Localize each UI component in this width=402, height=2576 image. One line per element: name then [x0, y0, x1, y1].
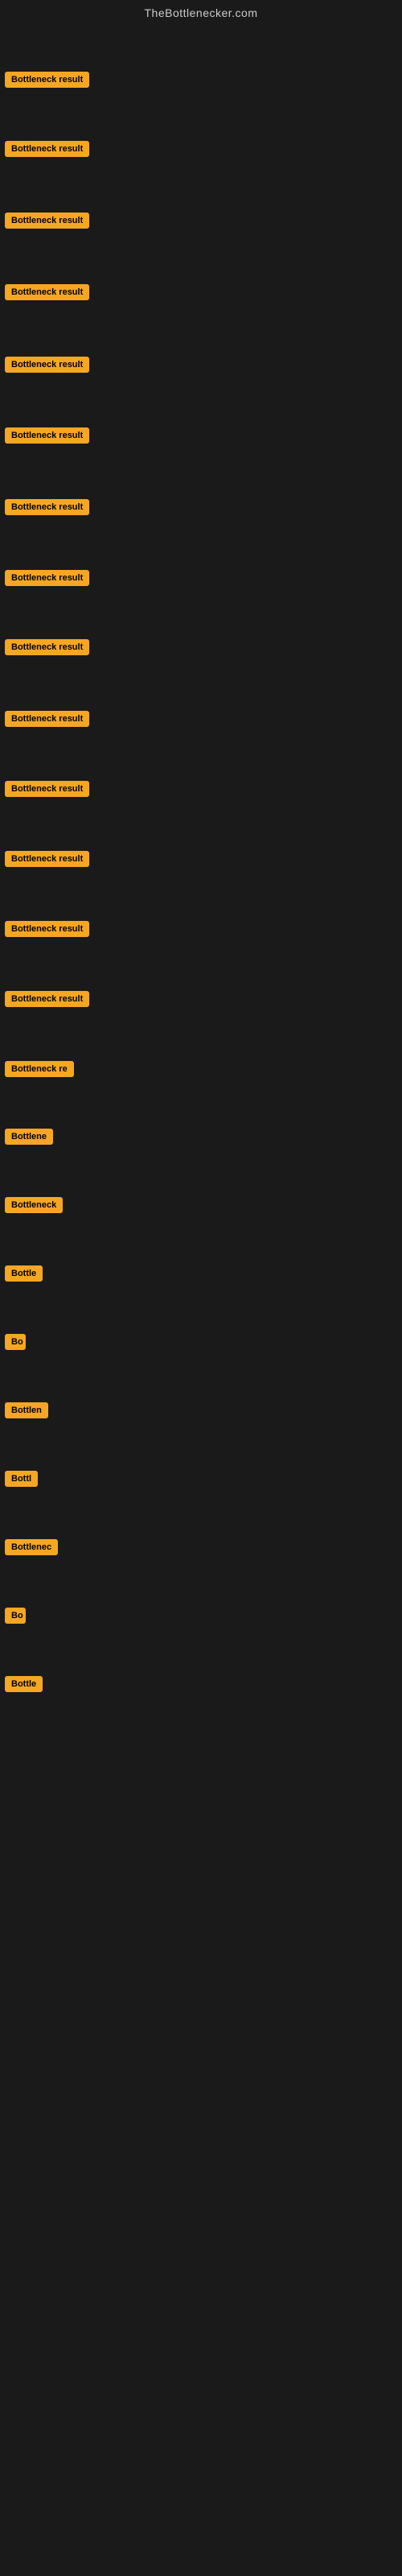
result-row-17: Bottleneck: [0, 1194, 68, 1220]
result-row-8: Bottleneck result: [0, 567, 94, 593]
result-row-6: Bottleneck result: [0, 424, 94, 451]
result-row-11: Bottleneck result: [0, 778, 94, 804]
bottleneck-badge-19[interactable]: Bo: [5, 1334, 26, 1350]
bottleneck-badge-15[interactable]: Bottleneck re: [5, 1061, 74, 1077]
bottleneck-badge-4[interactable]: Bottleneck result: [5, 284, 89, 300]
result-row-9: Bottleneck result: [0, 636, 94, 663]
result-row-5: Bottleneck result: [0, 353, 94, 380]
result-row-16: Bottlene: [0, 1125, 58, 1152]
result-row-2: Bottleneck result: [0, 138, 94, 164]
result-row-24: Bottle: [0, 1673, 47, 1699]
bottleneck-badge-11[interactable]: Bottleneck result: [5, 781, 89, 797]
result-row-10: Bottleneck result: [0, 708, 94, 734]
bottleneck-badge-8[interactable]: Bottleneck result: [5, 570, 89, 586]
result-row-12: Bottleneck result: [0, 848, 94, 874]
bottleneck-badge-18[interactable]: Bottle: [5, 1265, 43, 1282]
result-row-18: Bottle: [0, 1262, 47, 1289]
result-row-19: Bo: [0, 1331, 31, 1357]
result-row-14: Bottleneck result: [0, 988, 94, 1014]
bottleneck-badge-2[interactable]: Bottleneck result: [5, 141, 89, 157]
result-row-4: Bottleneck result: [0, 281, 94, 308]
bottleneck-badge-12[interactable]: Bottleneck result: [5, 851, 89, 867]
result-row-3: Bottleneck result: [0, 209, 94, 236]
bottleneck-badge-21[interactable]: Bottl: [5, 1471, 38, 1487]
bottleneck-badge-24[interactable]: Bottle: [5, 1676, 43, 1692]
bottleneck-badge-7[interactable]: Bottleneck result: [5, 499, 89, 515]
results-container: Bottleneck result Bottleneck result Bottle…: [0, 23, 402, 2558]
result-row-22: Bottlenec: [0, 1536, 63, 1563]
bottleneck-badge-17[interactable]: Bottleneck: [5, 1197, 63, 1213]
bottleneck-badge-20[interactable]: Bottlen: [5, 1402, 48, 1418]
result-row-13: Bottleneck result: [0, 918, 94, 944]
bottleneck-badge-6[interactable]: Bottleneck result: [5, 427, 89, 444]
result-row-7: Bottleneck result: [0, 496, 94, 522]
result-row-1: Bottleneck result: [0, 68, 94, 95]
bottleneck-badge-5[interactable]: Bottleneck result: [5, 357, 89, 373]
result-row-21: Bottl: [0, 1468, 43, 1494]
bottleneck-badge-14[interactable]: Bottleneck result: [5, 991, 89, 1007]
bottleneck-badge-9[interactable]: Bottleneck result: [5, 639, 89, 655]
bottleneck-badge-22[interactable]: Bottlenec: [5, 1539, 58, 1555]
bottleneck-badge-3[interactable]: Bottleneck result: [5, 213, 89, 229]
site-title: TheBottlenecker.com: [0, 0, 402, 23]
bottleneck-badge-16[interactable]: Bottlene: [5, 1129, 53, 1145]
bottleneck-badge-10[interactable]: Bottleneck result: [5, 711, 89, 727]
result-row-20: Bottlen: [0, 1399, 53, 1426]
bottleneck-badge-1[interactable]: Bottleneck result: [5, 72, 89, 88]
bottleneck-badge-23[interactable]: Bo: [5, 1608, 26, 1624]
result-row-15: Bottleneck re: [0, 1058, 79, 1084]
result-row-23: Bo: [0, 1604, 31, 1631]
bottleneck-badge-13[interactable]: Bottleneck result: [5, 921, 89, 937]
